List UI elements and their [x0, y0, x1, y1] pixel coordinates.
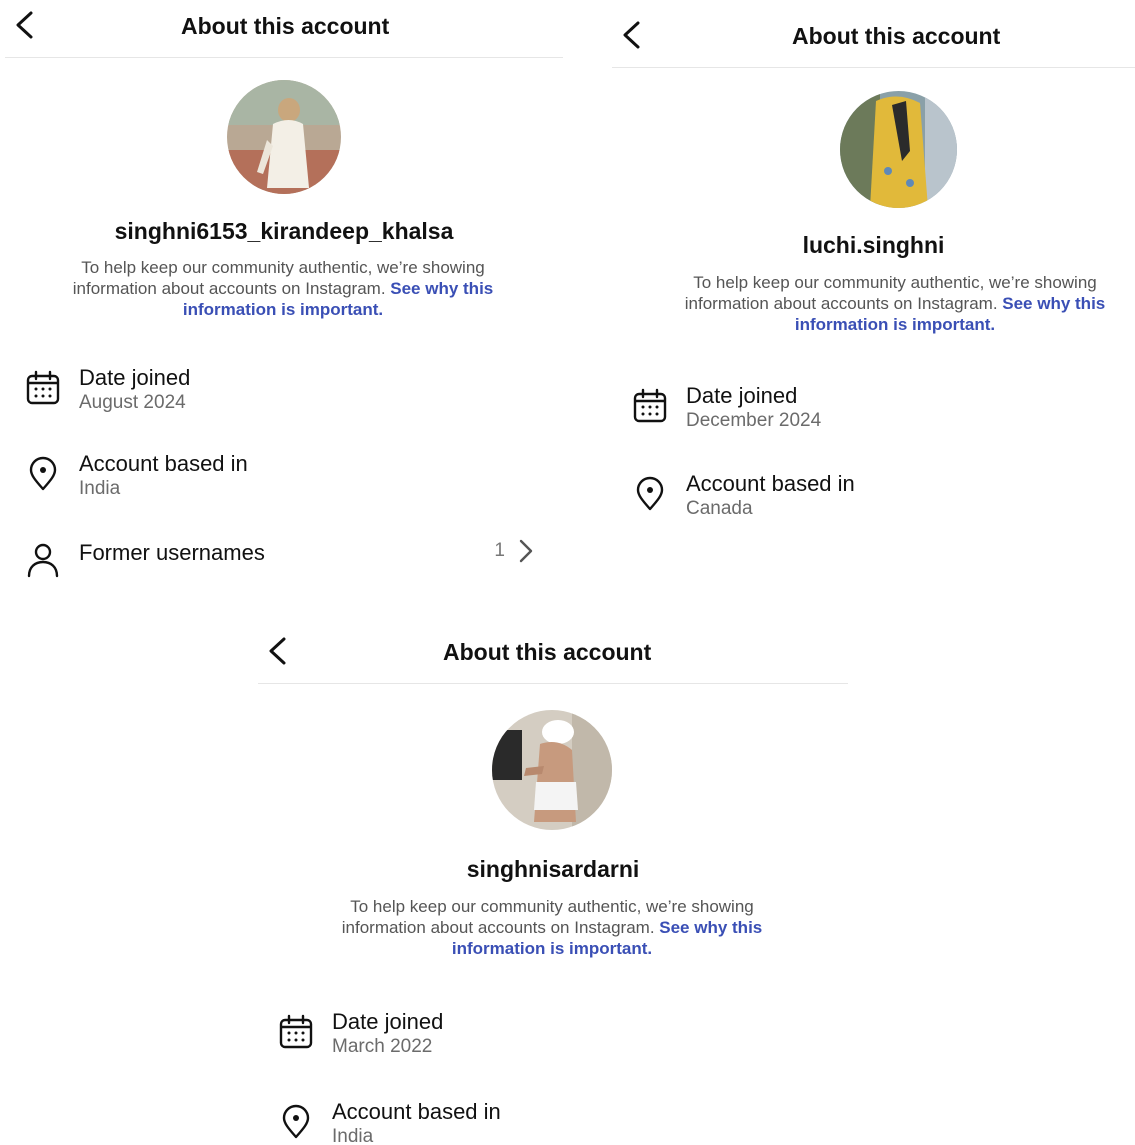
header-bar: About this account — [612, 10, 1135, 68]
username: singhnisardarni — [466, 856, 640, 882]
username: singhni6153_kirandeep_khalsa — [114, 218, 454, 244]
account-based-value: Canada — [686, 498, 753, 519]
avatar-photo — [840, 91, 957, 208]
page-title: About this account — [181, 13, 390, 39]
chevron-left-icon — [623, 21, 640, 49]
former-usernames-row[interactable]: Former usernames 1 — [5, 536, 563, 590]
calendar-icon — [25, 370, 61, 406]
username: luchi.singhni — [802, 232, 945, 258]
date-joined-row: Date joined August 2024 — [5, 364, 563, 420]
account-based-text: Account based in India — [79, 450, 248, 501]
page-title: About this account — [792, 23, 1001, 49]
account-based-label: Account based in — [686, 471, 855, 496]
location-pin-icon — [25, 456, 61, 492]
date-joined-value: March 2022 — [332, 1036, 433, 1057]
back-button[interactable] — [13, 10, 45, 46]
calendar-icon — [278, 1014, 314, 1050]
date-joined-text: Date joined March 2022 — [332, 1008, 443, 1059]
account-based-text: Account based in Canada — [686, 470, 855, 521]
account-based-text: Account based in India — [332, 1098, 501, 1145]
chevron-left-icon — [16, 11, 33, 39]
account-based-row: Account based in India — [258, 1098, 848, 1145]
date-joined-label: Date joined — [686, 383, 798, 408]
back-button[interactable] — [620, 20, 652, 56]
avatar-photo — [227, 80, 341, 194]
chevron-right-icon — [517, 536, 535, 566]
date-joined-value: December 2024 — [686, 410, 822, 431]
date-joined-value: August 2024 — [79, 392, 186, 413]
account-based-value: India — [332, 1126, 374, 1145]
info-text: To help keep our community authentic, we… — [55, 257, 511, 320]
date-joined-text: Date joined December 2024 — [686, 382, 821, 433]
date-joined-label: Date joined — [79, 365, 191, 390]
profile-avatar[interactable] — [840, 91, 957, 208]
about-account-panel-1: About this account singhni6153_kirandeep… — [5, 0, 563, 590]
former-usernames-count: 1 — [494, 540, 505, 561]
account-based-row: Account based in Canada — [612, 470, 1135, 526]
about-account-panel-2: About this account luchi.singhni To help… — [612, 10, 1135, 555]
account-based-label: Account based in — [332, 1099, 501, 1124]
date-joined-text: Date joined August 2024 — [79, 364, 190, 415]
date-joined-row: Date joined December 2024 — [612, 382, 1135, 438]
location-pin-icon — [632, 476, 668, 512]
account-based-value: India — [79, 478, 121, 499]
header-bar: About this account — [258, 626, 848, 684]
profile-avatar[interactable] — [227, 80, 341, 194]
back-button[interactable] — [266, 636, 298, 672]
former-usernames-text: Former usernames — [79, 539, 265, 566]
profile-avatar[interactable] — [492, 710, 612, 830]
account-based-row: Account based in India — [5, 450, 563, 506]
calendar-icon — [632, 388, 668, 424]
location-pin-icon — [278, 1104, 314, 1140]
date-joined-label: Date joined — [332, 1009, 444, 1034]
chevron-left-icon — [269, 637, 286, 665]
info-text: To help keep our community authentic, we… — [310, 896, 794, 959]
avatar-photo — [492, 710, 612, 830]
info-text: To help keep our community authentic, we… — [660, 272, 1130, 335]
former-usernames-label: Former usernames — [79, 540, 265, 565]
about-account-panel-3: About this account singhnisardarni To he… — [258, 626, 848, 1145]
account-based-label: Account based in — [79, 451, 248, 476]
person-icon — [25, 542, 61, 578]
page-title: About this account — [443, 639, 652, 665]
header-bar: About this account — [5, 0, 563, 58]
date-joined-row: Date joined March 2022 — [258, 1008, 848, 1064]
